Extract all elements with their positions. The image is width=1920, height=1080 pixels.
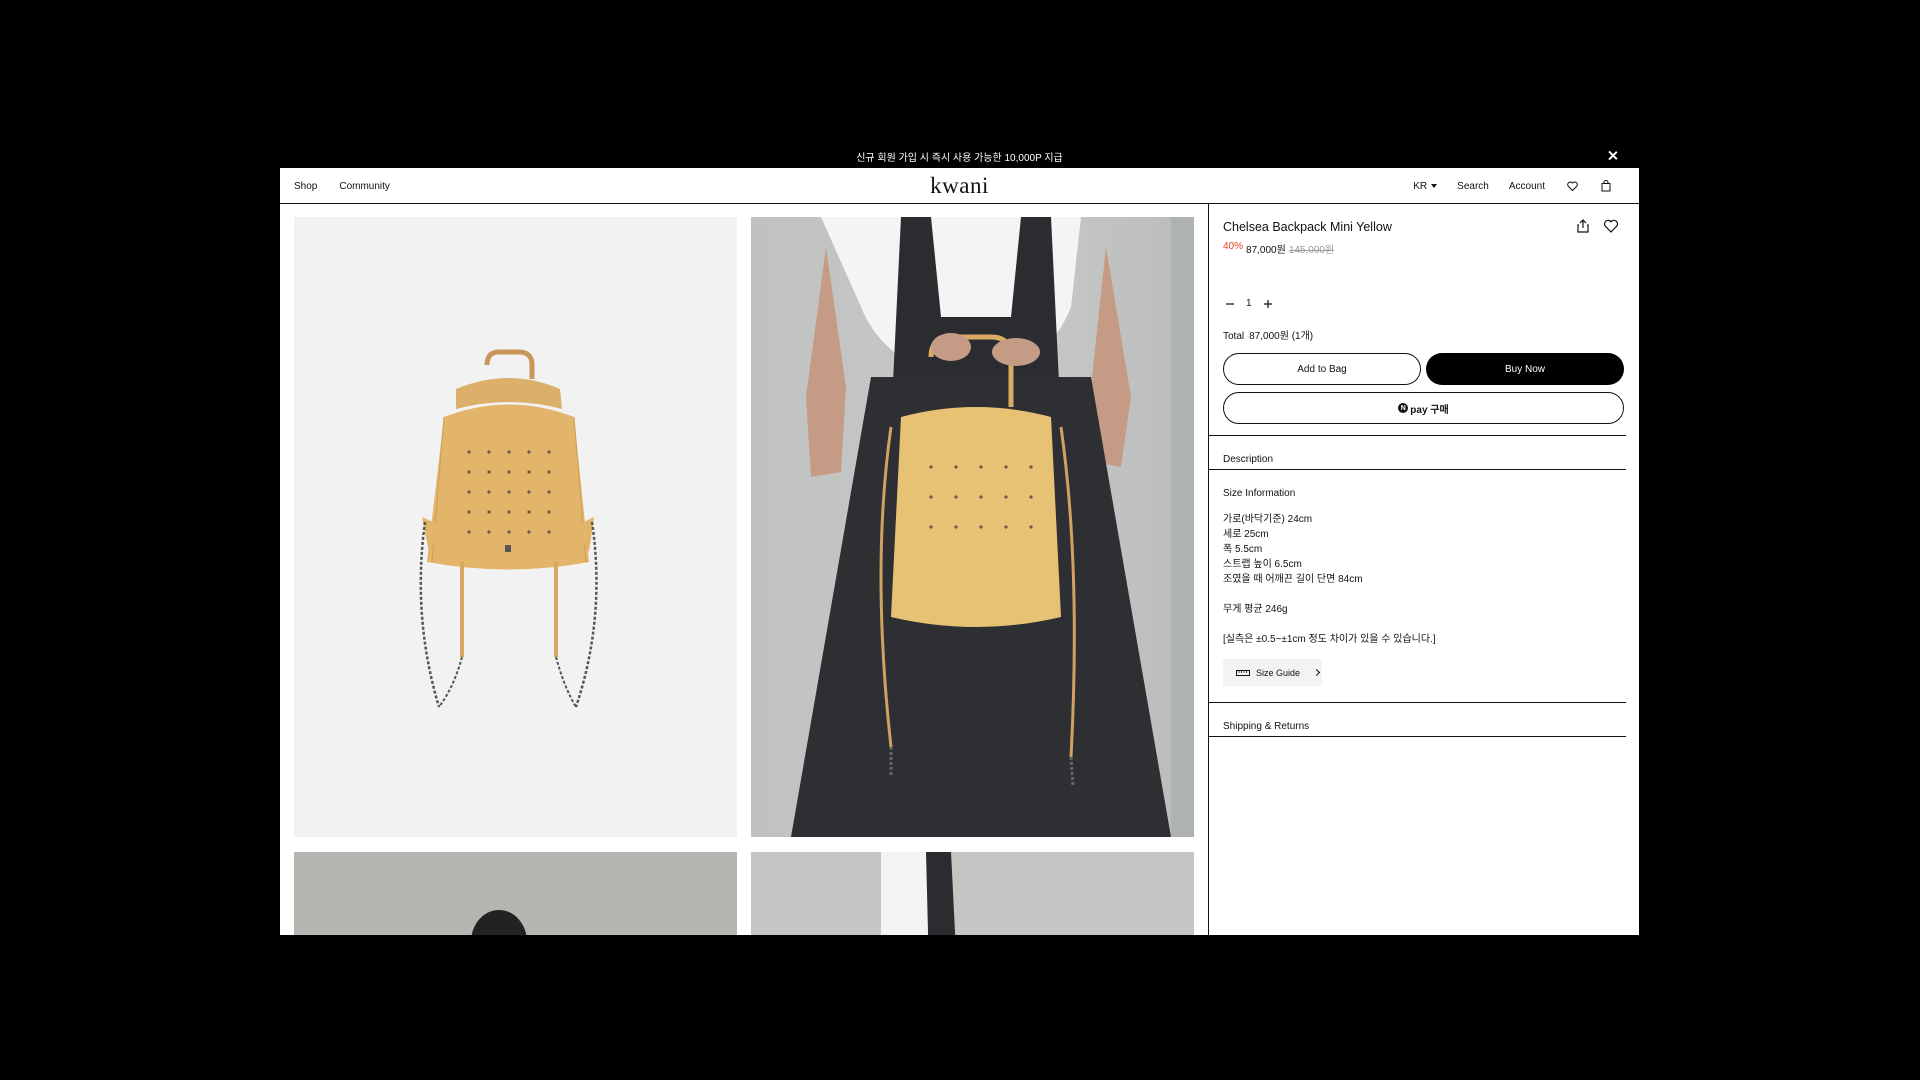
locale-selector[interactable]: KR bbox=[1413, 180, 1438, 192]
size-line: [실측은 ±0.5~±1cm 정도 차이가 있을 수 있습니다.] bbox=[1223, 634, 1436, 645]
section-description[interactable]: Description bbox=[1209, 454, 1626, 465]
backpack-illustration bbox=[419, 349, 598, 708]
size-line: 무게 평균 246g bbox=[1223, 604, 1288, 615]
chevron-down-icon bbox=[1431, 184, 1438, 188]
bag-icon[interactable] bbox=[1599, 179, 1613, 193]
product-info-panel: Chelsea Backpack Mini Yellow 40% 87,000원… bbox=[1208, 204, 1639, 935]
size-guide-button[interactable]: Size Guide bbox=[1223, 659, 1322, 686]
section-shipping-returns[interactable]: Shipping & Returns bbox=[1209, 721, 1626, 732]
heart-icon[interactable] bbox=[1603, 218, 1619, 234]
chevron-right-icon bbox=[1312, 668, 1321, 677]
product-image-2[interactable] bbox=[751, 217, 1194, 837]
increase-button[interactable] bbox=[1263, 299, 1273, 309]
model-photo-illustration bbox=[791, 217, 1194, 837]
divider bbox=[1209, 435, 1626, 436]
divider bbox=[1209, 702, 1626, 703]
size-line: 조였을 때 어깨끈 길이 단면 84cm bbox=[1223, 574, 1363, 585]
quantity-stepper: 1 bbox=[1225, 298, 1273, 309]
size-line: 폭 5.5cm bbox=[1223, 544, 1263, 555]
plus-icon bbox=[1263, 299, 1272, 308]
locale-label: KR bbox=[1413, 180, 1428, 192]
discount-badge: 40% bbox=[1223, 241, 1244, 252]
browser-frame: 신규 회원 가입 시 즉시 사용 가능한 10,000P 지급 Shop Com… bbox=[280, 145, 1639, 935]
npay-button[interactable]: N pay 구매 bbox=[1223, 392, 1624, 424]
total-label: Total bbox=[1223, 331, 1245, 342]
sale-price: 87,000원 bbox=[1246, 245, 1286, 256]
site-header: Shop Community kwani KR Search Account bbox=[280, 168, 1639, 204]
nav-community[interactable]: Community bbox=[339, 181, 390, 192]
add-to-bag-button[interactable]: Add to Bag bbox=[1223, 353, 1421, 385]
nav-left: Shop Community bbox=[294, 168, 390, 204]
model-photo-illustration bbox=[471, 910, 527, 935]
decrease-button[interactable] bbox=[1225, 299, 1235, 309]
buy-now-button[interactable]: Buy Now bbox=[1426, 353, 1624, 385]
model-photo-illustration bbox=[881, 852, 956, 935]
close-icon[interactable] bbox=[1605, 148, 1621, 164]
announcement-bar: 신규 회원 가입 시 즉시 사용 가능한 10,000P 지급 bbox=[280, 145, 1639, 168]
nav-shop[interactable]: Shop bbox=[294, 181, 317, 192]
product-name: Chelsea Backpack Mini Yellow bbox=[1223, 220, 1392, 234]
size-line: 스트랩 높이 6.5cm bbox=[1223, 559, 1302, 570]
divider bbox=[1209, 736, 1626, 737]
product-image-1[interactable] bbox=[294, 217, 737, 837]
npay-label: pay 구매 bbox=[1410, 404, 1449, 416]
logo[interactable]: kwani bbox=[930, 173, 989, 199]
size-line: 가로(바닥기준) 24cm bbox=[1223, 514, 1313, 525]
npay-logo: N bbox=[1398, 403, 1409, 413]
share-icon[interactable] bbox=[1575, 218, 1591, 234]
nav-right: KR Search Account bbox=[1413, 168, 1613, 204]
size-guide-label: Size Guide bbox=[1256, 667, 1301, 678]
price-row: 40% 87,000원 145,000원 bbox=[1223, 241, 1334, 256]
heart-icon[interactable] bbox=[1565, 179, 1579, 193]
divider bbox=[1209, 469, 1626, 470]
product-image-3[interactable] bbox=[294, 852, 737, 935]
purchase-buttons: Add to Bag Buy Now bbox=[1223, 353, 1624, 385]
minus-icon bbox=[1226, 302, 1234, 305]
product-image-4[interactable] bbox=[751, 852, 1194, 935]
original-price: 145,000원 bbox=[1288, 245, 1335, 256]
section-size-information[interactable]: Size Information bbox=[1209, 488, 1626, 499]
size-line: 세로 25cm bbox=[1223, 529, 1269, 540]
total-value: 87,000원 (1개) bbox=[1249, 331, 1314, 342]
announcement-text: 신규 회원 가입 시 즉시 사용 가능한 10,000P 지급 bbox=[856, 153, 1063, 164]
total-row: Total 87,000원 (1개) bbox=[1223, 327, 1318, 342]
nav-search[interactable]: Search bbox=[1457, 181, 1489, 192]
nav-account[interactable]: Account bbox=[1509, 181, 1545, 192]
quantity-value: 1 bbox=[1246, 298, 1252, 309]
product-page: Shop Community kwani KR Search Account C… bbox=[280, 168, 1639, 935]
size-info-list: 가로(바닥기준) 24cm 세로 25cm 폭 5.5cm 스트랩 높이 6.5… bbox=[1223, 512, 1436, 647]
ruler-icon bbox=[1236, 669, 1250, 676]
